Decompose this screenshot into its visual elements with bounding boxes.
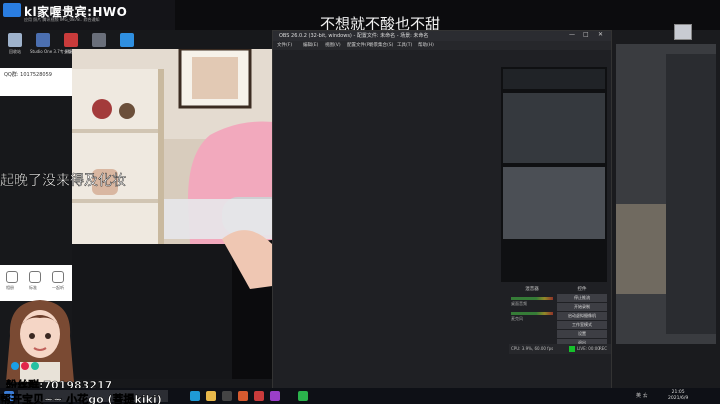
- start-recording-button[interactable]: 开始录制: [557, 303, 607, 311]
- desktop: kl家喔贵宾:HWO 应用 照片 腾讯视频 IMG_0878.. 综合通知 不想…: [0, 0, 720, 404]
- controls-title: 控件: [577, 287, 587, 292]
- settings-button[interactable]: 设置: [557, 330, 607, 338]
- desktop-shortcut-icon[interactable]: [674, 24, 692, 40]
- wechat-taskbar-icon[interactable]: [298, 391, 308, 401]
- taskbar-clock[interactable]: 21:05 2021/6/9: [668, 390, 688, 402]
- app-taskbar-icon[interactable]: [238, 391, 248, 401]
- overlay-note: 起晚了没来得及化妆: [0, 173, 126, 189]
- mic-audio-meter[interactable]: [511, 312, 553, 315]
- music-taskbar-icon[interactable]: [270, 391, 280, 401]
- netease-icon: [64, 33, 78, 47]
- maximize-icon[interactable]: □: [583, 31, 589, 38]
- menu-view[interactable]: 视图(V): [325, 42, 341, 48]
- audio-mixer: 混音器 桌面音频 麦克风: [509, 286, 555, 342]
- qq-group-panel: QQ群: 1017528059: [0, 68, 72, 96]
- minimize-icon[interactable]: —: [569, 31, 575, 38]
- obs-status-bar: CPU: 3.9%, 60.00 fps LIVE: 00:00 REC: [509, 344, 611, 354]
- menu-help[interactable]: 帮助(H): [418, 42, 434, 48]
- obs-preview[interactable]: [501, 67, 607, 282]
- file-explorer-icon[interactable]: [206, 391, 216, 401]
- taskbar-date: 2021/6/9: [668, 396, 689, 401]
- obs-taskbar-icon[interactable]: [222, 391, 232, 401]
- netease-taskbar-icon[interactable]: [254, 391, 264, 401]
- audio-mixer-title: 混音器: [525, 287, 539, 292]
- cpu-status: CPU: 3.9%, 60.00 fps: [511, 346, 554, 351]
- obs-titlebar[interactable]: OBS 26.0.2 (32-bit, windows) - 配置文件: 未命名…: [273, 31, 611, 41]
- obs-window-title: OBS 26.0.2 (32-bit, windows) - 配置文件: 未命名…: [279, 33, 429, 39]
- menu-scene-collection[interactable]: 场景集合(S): [369, 42, 393, 48]
- close-icon[interactable]: ✕: [598, 31, 603, 38]
- menu-file[interactable]: 文件(F): [277, 42, 292, 48]
- album-icon[interactable]: [6, 271, 18, 283]
- recorder-icon: [92, 33, 106, 47]
- stop-streaming-button[interactable]: 停止推流: [557, 294, 607, 302]
- rec-status: REC: [599, 346, 608, 351]
- listen-together-icon[interactable]: [52, 271, 64, 283]
- app-logo-icon: [3, 3, 21, 17]
- recycle-bin-icon: [8, 33, 22, 47]
- qq-group-text: QQ群: 1017528059: [4, 72, 52, 78]
- announce-overlay: kl家喔贵宾:HWO 应用 照片 腾讯视频 IMG_0878.. 综合通知: [0, 0, 175, 30]
- live-time: LIVE: 00:00: [577, 346, 600, 351]
- studio-mode-button[interactable]: 工作室模式: [557, 321, 607, 329]
- background-window-thumb: [616, 44, 716, 344]
- studio-one-icon: [36, 33, 50, 47]
- desktop-icon-studio-one[interactable]: Studio One 3.7专业版: [30, 33, 72, 54]
- menu-edit[interactable]: 编辑(E): [303, 42, 318, 48]
- anime-avatar: [6, 300, 74, 382]
- menu-tools[interactable]: 工具(T): [397, 42, 412, 48]
- obs-controls: 控件 停止推流 开始录制 启动虚拟摄像机 工作室模式 设置 退出: [557, 286, 607, 352]
- edge-browser-icon[interactable]: [190, 391, 200, 401]
- desktop-icon-recycle[interactable]: 回收站: [2, 33, 28, 54]
- obs-menubar: 文件(F) 编辑(E) 视图(V) 配置文件(P) 场景集合(S) 工具(T) …: [273, 41, 611, 50]
- taskbar-tray-text[interactable]: 英 ㄊ: [636, 392, 648, 399]
- desktop-audio-meter[interactable]: [511, 297, 553, 300]
- virtual-camera-button[interactable]: 启动虚拟摄像机: [557, 312, 607, 320]
- obs-window[interactable]: OBS 26.0.2 (32-bit, windows) - 配置文件: 未命名…: [272, 30, 612, 392]
- standard-icon[interactable]: [29, 271, 41, 283]
- browser-icon: [120, 33, 134, 47]
- announce-mini-labels: 应用 照片 腾讯视频 IMG_0878.. 综合通知: [24, 17, 100, 22]
- live-indicator-icon: [569, 346, 575, 352]
- scrolling-ticker: 帮开宝贝~~ 小花go (菩提kiki): [0, 393, 162, 404]
- menu-profile[interactable]: 配置文件(P): [347, 42, 371, 48]
